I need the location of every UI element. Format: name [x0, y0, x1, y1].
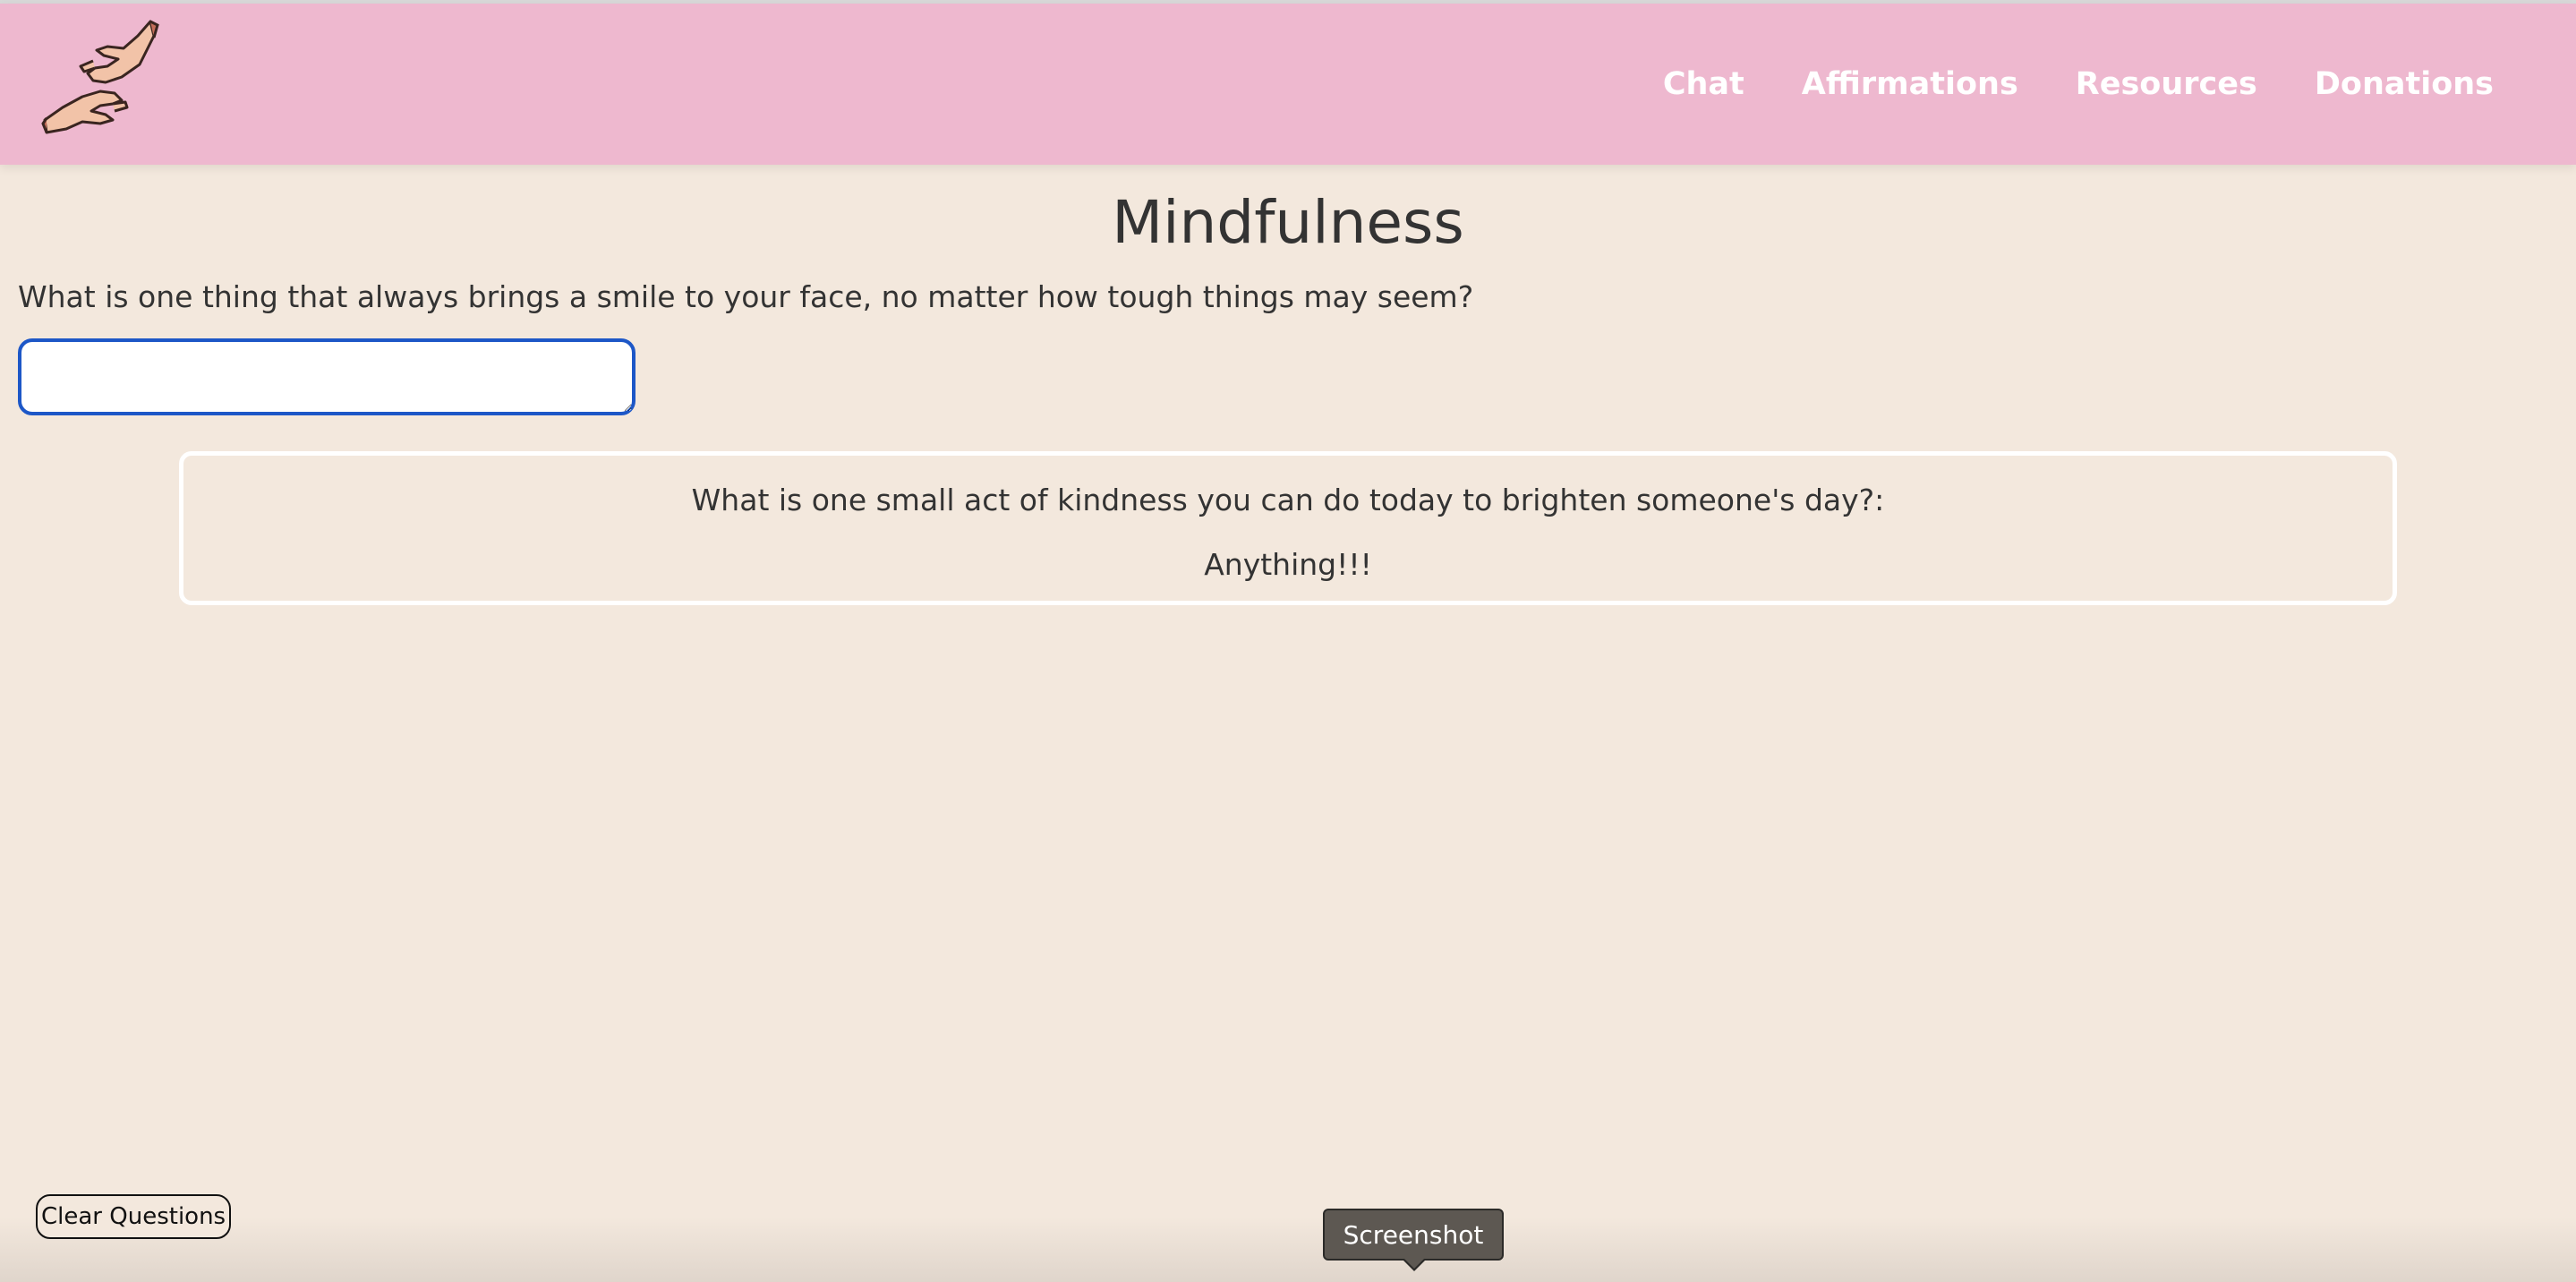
nav-links: Chat Affirmations Resources Donations — [1663, 4, 2494, 165]
hands-reaching-icon[interactable] — [41, 18, 166, 140]
answer-card: What is one small act of kindness you ca… — [179, 451, 2397, 605]
answer-input[interactable] — [18, 338, 635, 415]
nav-link-affirmations[interactable]: Affirmations — [1802, 66, 2018, 102]
page-title: Mindfulness — [1112, 188, 1464, 257]
nav-link-resources[interactable]: Resources — [2076, 66, 2257, 102]
clear-questions-button[interactable]: Clear Questions — [36, 1194, 232, 1239]
screenshot-tooltip: Screenshot — [1323, 1209, 1504, 1261]
navbar: Chat Affirmations Resources Donations — [0, 4, 2576, 165]
nav-link-chat[interactable]: Chat — [1663, 66, 1744, 102]
bottom-shadow — [0, 1218, 2576, 1282]
card-question: What is one small act of kindness you ca… — [691, 483, 1885, 517]
tooltip-arrow-fill — [1403, 1258, 1425, 1269]
nav-link-donations[interactable]: Donations — [2315, 66, 2494, 102]
card-answer: Anything!!! — [1204, 547, 1372, 582]
question-label: What is one thing that always brings a s… — [18, 279, 1474, 314]
